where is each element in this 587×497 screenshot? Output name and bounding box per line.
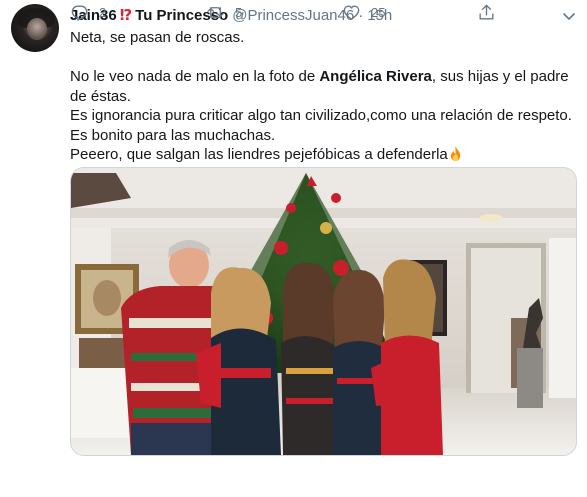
retweet-button[interactable]: 5 <box>206 3 242 22</box>
chevron-down-icon[interactable] <box>561 8 577 24</box>
retweet-count: 5 <box>235 5 243 20</box>
user-handle[interactable]: @PrincessJuan46 <box>232 7 354 24</box>
avatar-face <box>27 18 47 40</box>
fire-emoji-icon <box>450 146 460 161</box>
heart-icon <box>343 5 360 20</box>
exclamation-question-emoji: ⁉ <box>119 7 133 24</box>
reply-icon <box>71 5 88 21</box>
reply-count: 2 <box>99 5 107 20</box>
share-button[interactable] <box>477 3 496 22</box>
tweet-line-1: Neta, se pasan de roscas. <box>70 29 245 46</box>
tweet-line-3: Es ignorancia pura criticar algo tan civ… <box>70 107 572 124</box>
tweet-photo[interactable] <box>70 167 577 456</box>
tweet-line-2: No le veo nada de malo en la foto de Ang… <box>70 67 575 106</box>
like-count: 25 <box>371 5 386 20</box>
tweet-line-5-text: Peeero, que salgan las liendres pejefóbi… <box>70 146 448 163</box>
tweet[interactable]: Jain36 ⁉ Tu Princesso @PrincessJuan46 · … <box>0 0 587 497</box>
share-icon <box>479 4 494 20</box>
tweet-text: Neta, se pasan de roscas. No le veo nada… <box>70 28 575 165</box>
tweet-line-4: Es bonito para las muchachas. <box>70 126 276 144</box>
mention-name: Angélica Rivera <box>319 68 432 85</box>
reply-button[interactable]: 2 <box>70 3 106 22</box>
like-button[interactable]: 25 <box>342 3 385 22</box>
retweet-icon <box>207 7 224 18</box>
avatar[interactable] <box>11 4 59 52</box>
family-christmas-photo <box>71 168 576 455</box>
tweet-line-5: Peeero, que salgan las liendres pejefóbi… <box>70 145 575 165</box>
tweet-line-2-before: No le veo nada de malo en la foto de <box>70 68 320 85</box>
